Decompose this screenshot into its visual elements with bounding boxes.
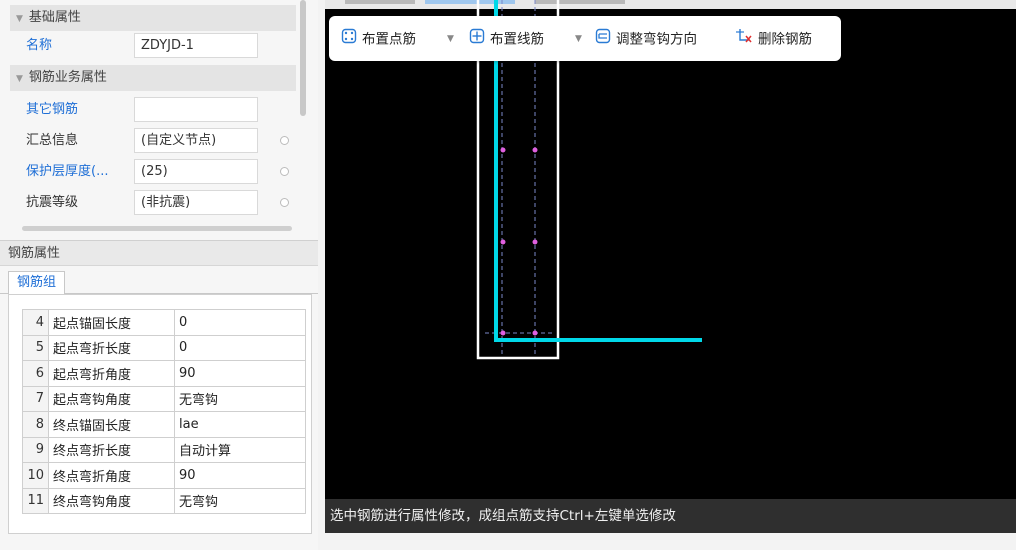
point-rebar-dropdown-icon[interactable]: ▼ [447,28,454,50]
rebar-drawing[interactable] [325,0,1016,533]
basic-props-header[interactable]: ▼ 基础属性 [10,5,296,31]
cover-dot-icon[interactable] [280,167,289,176]
prop-row-name: 名称 ZDYJD-1 [10,31,310,61]
rebar-point[interactable] [532,147,538,153]
hook-direction-icon [595,28,611,51]
table-row[interactable]: 11 终点弯钩角度 无弯钩 [22,487,306,514]
delete-rebar-icon [735,28,753,51]
cover-thickness-field[interactable]: (25) [134,159,258,184]
row-number: 10 [22,462,49,489]
summary-dot-icon[interactable] [280,136,289,145]
row-name: 终点弯折角度 [48,462,175,489]
collapse-triangle-icon[interactable]: ▼ [16,74,23,84]
point-rebar-icon [341,28,357,51]
rebar-toolbar: 布置点筋 ▼ 布置线筋 ▼ 调整弯钩方向 删除钢筋 [329,16,841,61]
row-number: 9 [22,436,49,463]
table-row[interactable]: 7 起点弯钩角度 无弯钩 [22,385,306,412]
row-value[interactable]: 无弯钩 [174,487,306,514]
rebar-grid: 4 起点锚固长度 0 5 起点弯折长度 0 6 起点弯折角度 90 7 起点弯钩… [22,309,306,514]
cover-thickness-label: 保护层厚度(... [26,164,109,179]
row-value[interactable]: 90 [174,360,306,387]
tab-strip: 钢筋组 [0,268,318,295]
delete-rebar-button[interactable]: 删除钢筋 [735,28,812,50]
rebar-attr-header: 钢筋属性 [0,240,318,266]
name-field[interactable]: ZDYJD-1 [134,33,258,58]
table-row[interactable]: 5 起点弯折长度 0 [22,334,306,361]
seismic-grade-label: 抗震等级 [26,195,79,210]
row-name: 起点锚固长度 [48,309,175,336]
summary-field[interactable]: (自定义节点) [134,128,258,153]
summary-label: 汇总信息 [26,133,79,148]
tab-rebar-group[interactable]: 钢筋组 [8,271,66,295]
drawing-canvas[interactable]: 布置点筋 ▼ 布置线筋 ▼ 调整弯钩方向 删除钢筋 [325,0,1016,533]
properties-panel: ▼ 基础属性 名称 ZDYJD-1 ▼ 钢筋业务属性 其它钢筋 汇总信息 (自定义节… [0,0,318,550]
rebar-point[interactable] [532,239,538,245]
table-row[interactable]: 8 终点锚固长度 lae [22,411,306,438]
row-number: 4 [22,309,49,336]
row-value[interactable]: 0 [174,309,306,336]
row-value[interactable]: 无弯钩 [174,385,306,412]
adjust-hook-direction-button[interactable]: 调整弯钩方向 [595,28,697,50]
table-row[interactable]: 4 起点锚固长度 0 [22,309,306,336]
point-rebar-group[interactable] [500,147,538,336]
name-label: 名称 [26,38,53,53]
row-number: 11 [22,487,49,514]
other-rebar-label: 其它钢筋 [26,102,79,117]
row-value[interactable]: 自动计算 [174,436,306,463]
place-line-rebar-button[interactable]: 布置线筋 [469,28,544,50]
row-number: 8 [22,411,49,438]
rebar-point[interactable] [532,330,538,336]
prop-row-seismic: 抗震等级 (非抗震) [10,188,310,218]
row-name: 起点弯钩角度 [48,385,175,412]
rebar-point[interactable] [500,147,506,153]
rebar-point[interactable] [500,330,506,336]
rebar-grid-container: 4 起点锚固长度 0 5 起点弯折长度 0 6 起点弯折角度 90 7 起点弯钩… [8,294,312,534]
place-point-rebar-button[interactable]: 布置点筋 [341,28,416,50]
row-number: 7 [22,385,49,412]
row-name: 终点锚固长度 [48,411,175,438]
seismic-dot-icon[interactable] [280,198,289,207]
table-row[interactable]: 9 终点弯折长度 自动计算 [22,436,306,463]
line-rebar-icon [469,28,485,51]
prop-row-other-rebar: 其它钢筋 [10,95,310,125]
prop-row-summary: 汇总信息 (自定义节点) [10,126,310,156]
row-name: 起点弯折长度 [48,334,175,361]
collapse-triangle-icon[interactable]: ▼ [16,14,23,24]
row-value[interactable]: lae [174,411,306,438]
row-number: 5 [22,334,49,361]
row-name: 终点弯钩角度 [48,487,175,514]
rebar-point[interactable] [500,239,506,245]
row-value[interactable]: 90 [174,462,306,489]
table-row[interactable]: 10 终点弯折角度 90 [22,462,306,489]
horizontal-scrollbar[interactable] [22,226,292,231]
row-name: 终点弯折长度 [48,436,175,463]
row-number: 6 [22,360,49,387]
row-value[interactable]: 0 [174,334,306,361]
vertical-scrollbar[interactable] [300,0,306,116]
other-rebar-field[interactable] [134,97,258,122]
prop-row-cover: 保护层厚度(... (25) [10,157,310,187]
status-bar: 选中钢筋进行属性修改，成组点筋支持Ctrl+左键单选修改 [325,499,1016,533]
business-props-header[interactable]: ▼ 钢筋业务属性 [10,65,296,91]
seismic-grade-field[interactable]: (非抗震) [134,190,258,215]
row-name: 起点弯折角度 [48,360,175,387]
table-row[interactable]: 6 起点弯折角度 90 [22,360,306,387]
line-rebar-dropdown-icon[interactable]: ▼ [575,28,582,50]
